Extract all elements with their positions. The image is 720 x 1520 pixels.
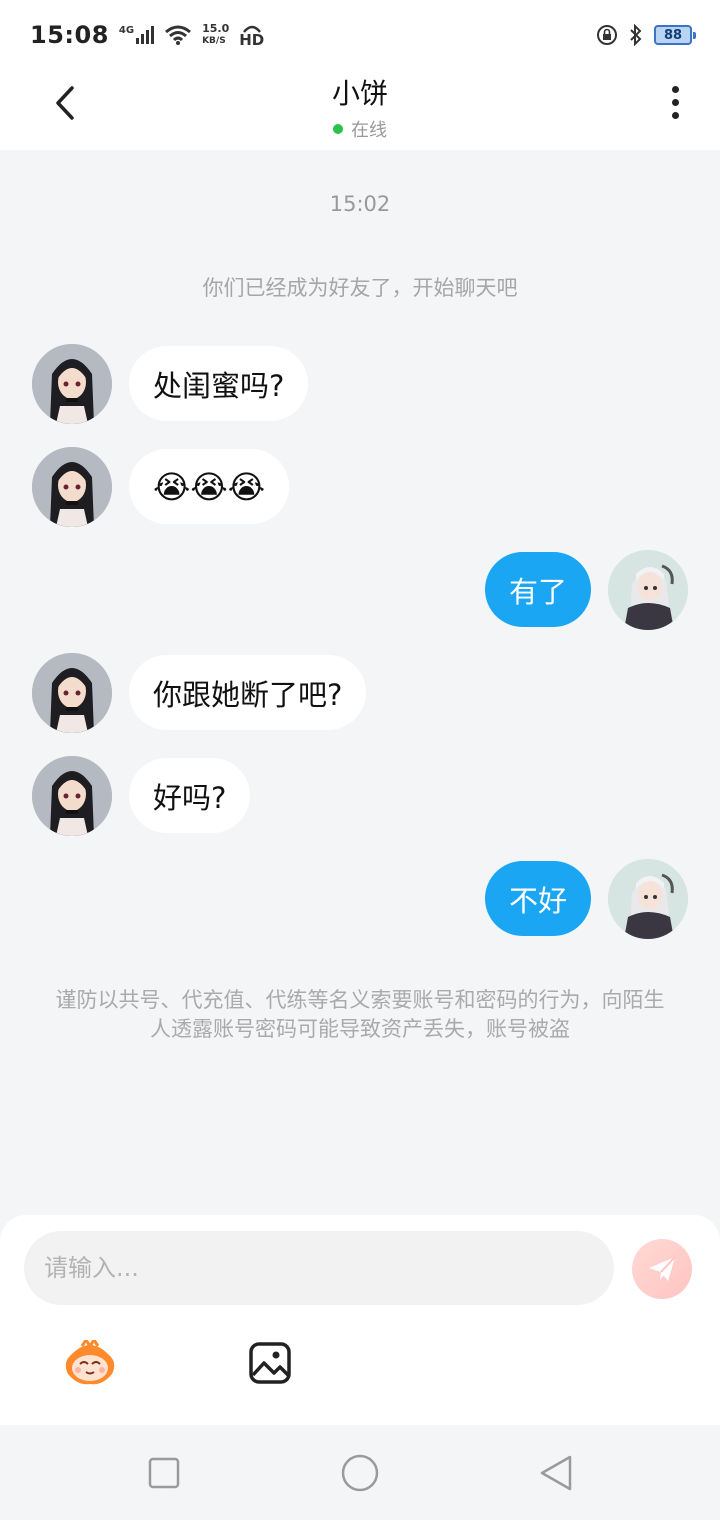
message-row: 处闺蜜吗? [0,344,720,424]
incoming-message[interactable]: 处闺蜜吗? [129,346,309,421]
system-notice: 你们已经成为好友了，开始聊天吧 [202,276,518,300]
battery-level: 88 [663,27,683,43]
back-button[interactable] [40,78,90,128]
network-speed: 15.0 KB/S [202,23,229,47]
incoming-message[interactable]: 😭😭😭 [129,449,290,524]
status-right: 88 [596,24,696,46]
message-row: 不好 [0,859,720,939]
contact-avatar[interactable] [32,756,112,836]
cellular-signal-icon: 4G [118,25,155,44]
hd-call-icon: HD [239,24,264,47]
sticker-button[interactable] [62,1337,118,1389]
image-icon [249,1342,291,1384]
speed-value: 15.0 [202,22,230,35]
recent-apps-button[interactable] [144,1453,184,1493]
rotation-lock-icon [596,24,618,46]
contact-avatar[interactable] [32,344,112,424]
online-dot [333,124,343,134]
composer-panel [0,1215,720,1425]
status-bar: 15:08 4G 15.0 KB/S HD 88 [0,0,720,70]
title-block: 小饼 在线 [0,70,720,142]
nav-back-button[interactable] [536,1453,576,1493]
incoming-message[interactable]: 好吗? [129,758,251,833]
status-time: 15:08 [30,21,109,49]
speed-unit: KB/S [202,36,226,46]
sticker-face-icon [65,1340,115,1385]
network-type: 4G [118,25,135,36]
contact-name: 小饼 [331,77,388,110]
triangle-back-icon [540,1455,572,1491]
user-avatar[interactable] [608,859,688,939]
chat-header: 小饼 在线 [0,70,720,150]
message-input[interactable] [24,1231,614,1305]
more-options-button[interactable] [660,82,690,122]
square-icon [148,1457,180,1489]
paper-plane-icon [649,1256,676,1281]
system-nav-bar [0,1425,720,1520]
presence-status: 在线 [333,116,387,142]
incoming-message[interactable]: 你跟她断了吧? [129,655,367,730]
hd-label: HD [239,30,265,49]
circle-icon [341,1454,379,1492]
send-button[interactable] [632,1239,692,1299]
user-avatar[interactable] [608,550,688,630]
outgoing-message[interactable]: 不好 [484,861,591,936]
more-vertical-icon [671,85,679,93]
message-row: 有了 [0,550,720,630]
message-row: 好吗? [0,756,720,836]
battery-indicator: 88 [654,25,696,45]
message-timestamp: 15:02 [329,192,391,216]
message-row: 😭😭😭 [0,447,720,527]
security-warning: 谨防以共号、代充值、代练等名义索要账号和密码的行为，向陌生人透露账号密码可能导致… [55,988,665,1041]
outgoing-message[interactable]: 有了 [484,552,591,627]
bluetooth-icon [628,24,644,46]
wifi-icon [164,24,192,46]
message-list[interactable]: 15:02 你们已经成为好友了，开始聊天吧 处闺蜜吗? 😭😭😭 有了 你跟她断了… [0,150,720,1215]
image-button[interactable] [242,1337,298,1389]
contact-avatar[interactable] [32,447,112,527]
presence-text: 在线 [351,120,387,141]
message-row: 你跟她断了吧? [0,653,720,733]
chevron-left-icon [56,86,74,120]
home-button[interactable] [340,1453,380,1493]
contact-avatar[interactable] [32,653,112,733]
status-left: 15:08 4G 15.0 KB/S HD [30,21,264,49]
